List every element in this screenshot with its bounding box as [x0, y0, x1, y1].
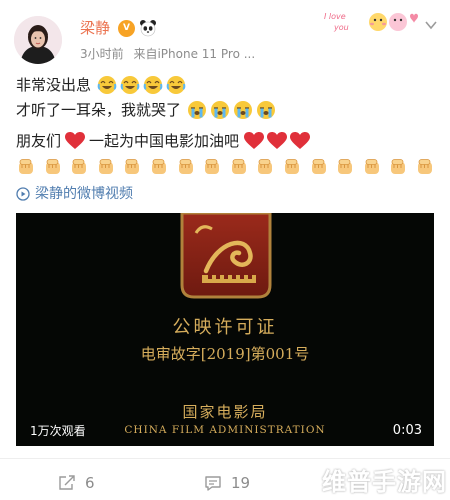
certificate-title: 公映许可证 — [172, 317, 278, 338]
post-source: 来自iPhone 11 Pro ... — [133, 47, 256, 61]
site-watermark: 维普手游网 — [322, 468, 447, 496]
video-duration: 0:03 — [392, 423, 422, 438]
repost-button[interactable]: 6 — [58, 474, 95, 492]
video-play-icon — [16, 187, 30, 201]
svg-text:I love: I love — [324, 12, 346, 21]
post-header: 梁静 V — [80, 18, 157, 38]
svg-text:you: you — [333, 23, 349, 32]
heart-icon — [290, 132, 311, 149]
fist-emoji-icon — [19, 159, 33, 174]
fist-emoji-icon — [391, 159, 406, 174]
post-text-line-2: 才听了一耳朵，我就哭了 — [16, 98, 276, 122]
avatar-image — [14, 16, 62, 64]
post-meta: 3小时前 来自iPhone 11 Pro ... — [80, 46, 255, 62]
fist-emoji-icon — [364, 159, 379, 174]
sob-emoji-icon — [188, 101, 207, 119]
fist-emoji-row — [16, 157, 442, 177]
fist-emoji-icon — [284, 159, 299, 174]
certificate-number: 电审故字[2019]第001号 — [140, 345, 310, 363]
post-text: 才听了一耳朵，我就哭了 — [16, 101, 182, 119]
fist-emoji-icon — [178, 159, 193, 174]
video-player[interactable]: 公映许可证 电审故字[2019]第001号 国家电影局 CHINA FILM A… — [16, 213, 434, 446]
fist-emoji-icon — [125, 159, 140, 174]
fist-emoji-icon — [258, 159, 273, 174]
fist-emoji-icon — [417, 159, 432, 174]
fist-emoji-icon — [45, 159, 60, 174]
video-link-label[interactable]: 梁静的微博视频 — [35, 184, 133, 204]
laugh-cry-emoji-icon — [166, 76, 186, 94]
heart-icon — [244, 132, 265, 149]
repost-icon — [59, 475, 75, 490]
fist-emoji-icon — [72, 159, 87, 174]
agency-name-cn: 国家电影局 — [182, 403, 268, 421]
comment-button[interactable]: 19 — [204, 474, 250, 492]
post-text-line-1: 非常没出息 — [16, 73, 186, 97]
comment-icon — [205, 476, 221, 491]
fist-emoji-icon — [231, 159, 246, 174]
post-time[interactable]: 3小时前 — [80, 47, 124, 61]
comment-count: 19 — [231, 474, 251, 492]
heart-icon — [65, 132, 86, 149]
post-text: 朋友们 — [16, 132, 62, 150]
view-count: 1万次观看 — [30, 424, 86, 438]
fist-emoji-icon — [338, 159, 353, 174]
heart-icon — [267, 132, 288, 149]
fist-emoji-icon — [205, 159, 220, 174]
video-link[interactable]: 梁静的微博视频 — [16, 184, 133, 204]
laugh-cry-emoji-icon — [120, 76, 140, 94]
divider — [0, 458, 450, 459]
dragon-emblem-icon — [180, 213, 272, 299]
sob-emoji-icon — [211, 101, 230, 119]
fist-emoji-icon — [311, 159, 326, 174]
username-link[interactable]: 梁静 — [80, 18, 110, 38]
sob-emoji-icon — [257, 101, 276, 119]
laugh-cry-emoji-icon — [143, 76, 163, 94]
panda-badge-icon[interactable] — [139, 19, 157, 37]
post-text-line-3: 朋友们 一起为中国电影加油吧 — [16, 129, 311, 153]
chevron-down-icon[interactable] — [424, 18, 438, 32]
post-text: 非常没出息 — [16, 76, 92, 94]
laugh-cry-emoji-icon — [97, 76, 117, 94]
vip-badge-icon[interactable]: V — [118, 19, 136, 37]
post-text: 一起为中国电影加油吧 — [89, 132, 240, 150]
fist-emoji-icon — [151, 159, 166, 174]
fist-emoji-icon — [98, 159, 113, 174]
sob-emoji-icon — [234, 101, 253, 119]
love-sticker-icon: I love you — [324, 12, 418, 32]
avatar[interactable] — [14, 16, 62, 64]
repost-count: 6 — [85, 474, 95, 492]
